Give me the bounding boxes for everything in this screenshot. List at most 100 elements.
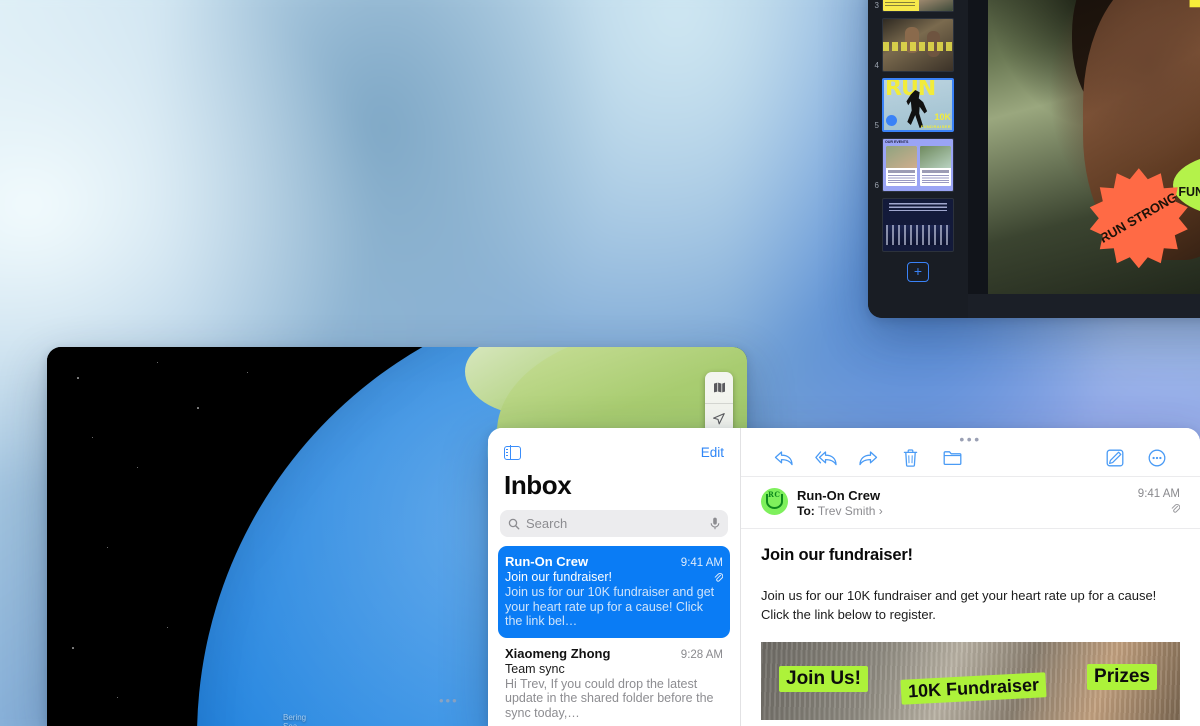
- thumb-text-lines: [885, 0, 915, 7]
- message-time: 9:41 AM: [1137, 488, 1180, 500]
- current-slide[interactable]: RU O COMMUNITY FUNDRAISER 10K RUN RUN ST…: [988, 0, 1200, 294]
- thumb-fundraiser-text: FUNDRAISER: [920, 124, 951, 129]
- star: [157, 362, 159, 364]
- to-label: To:: [797, 504, 815, 518]
- mail-list-item[interactable]: Xiaomeng Zhong 9:28 AM Team sync Hi Trev…: [498, 638, 730, 726]
- map-label-bering-sea: Bering Sea: [283, 713, 307, 726]
- slide-number: 3: [874, 1, 879, 10]
- reply-all-icon: [814, 450, 837, 465]
- page-title: Inbox: [504, 470, 572, 500]
- paperclip-icon: [714, 572, 723, 582]
- avatar[interactable]: RC: [761, 488, 788, 515]
- star: [167, 627, 168, 628]
- slide-number: 5: [874, 121, 879, 130]
- slide-thumbnail-runners[interactable]: [882, 18, 954, 72]
- banner-tag-10k-fundraiser: 10K Fundraiser: [900, 672, 1047, 705]
- avatar-smile-shape: [766, 494, 783, 509]
- maps-window-drag-handle[interactable]: •••: [439, 694, 459, 707]
- star: [77, 377, 79, 379]
- slide-navigator[interactable]: 3 COMMUNITY 4 5 RUN 10K FUN: [868, 0, 968, 318]
- thumb-card-photo: [920, 146, 951, 168]
- thumb-event-card: [886, 146, 917, 186]
- slide-thumbnail-row[interactable]: 6 OUR EVENTS: [868, 138, 968, 192]
- keynote-bottom-bar: [968, 294, 1200, 318]
- thumb-card-body: [888, 175, 915, 184]
- detail-pane-drag-handle[interactable]: •••: [741, 428, 1200, 446]
- slide-thumbnail-row[interactable]: 3 COMMUNITY: [868, 0, 968, 12]
- thumb-title: OUR EVENTS: [885, 140, 909, 144]
- thumb-card-photo: [886, 146, 917, 168]
- mail-subject: Team sync: [505, 661, 565, 676]
- mail-time: 9:28 AM: [680, 648, 723, 661]
- more-actions-button[interactable]: [1136, 449, 1178, 467]
- slide-thumbnail-our-events[interactable]: OUR EVENTS: [882, 138, 954, 192]
- map-mode-icon: [713, 382, 725, 393]
- slide-background-photo: [988, 0, 1200, 294]
- message-subject: Join our fundraiser!: [761, 546, 913, 564]
- thumb-10k-text: 10K: [934, 112, 951, 122]
- search-field[interactable]: Search: [500, 510, 728, 537]
- thumb-headline-lines: [889, 203, 947, 211]
- star: [197, 407, 199, 409]
- message-sender: Run-On Crew: [797, 488, 881, 503]
- microphone-icon[interactable]: [710, 517, 720, 530]
- trash-icon: [903, 449, 917, 467]
- message-header-meta: 9:41 AM: [1137, 488, 1181, 517]
- chevron-right-icon: ›: [878, 504, 883, 518]
- add-slide-button[interactable]: +: [907, 262, 929, 282]
- mail-list-item[interactable]: Run-On Crew 9:41 AM Join our fundraiser!…: [498, 546, 730, 638]
- reply-button[interactable]: [763, 450, 805, 467]
- reply-icon: [774, 450, 793, 465]
- message-banner-image[interactable]: Join Us! 10K Fundraiser Prizes: [761, 642, 1180, 720]
- message-header: RC Run-On Crew To: Trev Smith › 9:41 AM: [741, 477, 1200, 529]
- mail-preview: Hi Trev, If you could drop the latest up…: [505, 676, 714, 720]
- edit-button[interactable]: Edit: [701, 445, 724, 460]
- thumb-event-card: [920, 146, 951, 186]
- slide-thumbnail-run-10k[interactable]: RUN 10K FUNDRAISER: [882, 78, 954, 132]
- sidebar-toggle-icon[interactable]: [504, 444, 521, 461]
- slide-canvas[interactable]: RU O COMMUNITY FUNDRAISER 10K RUN RUN ST…: [968, 0, 1200, 318]
- keynote-window[interactable]: 3 COMMUNITY 4 5 RUN 10K FUN: [868, 0, 1200, 318]
- star: [72, 647, 74, 649]
- mail-list-header: Edit: [488, 428, 740, 461]
- slide-thumbnail-row[interactable]: [868, 198, 968, 252]
- thumb-caption-band: [883, 41, 953, 52]
- message-recipient-row[interactable]: To: Trev Smith ›: [797, 504, 1129, 518]
- star: [137, 467, 138, 468]
- forward-button[interactable]: [847, 450, 889, 467]
- banner-tag-prizes: Prizes: [1087, 664, 1157, 690]
- mail-message-list-pane[interactable]: Edit Inbox Search Run-On Crew 9:41 AM Jo…: [488, 428, 741, 726]
- thumb-card-heading: [922, 170, 949, 173]
- recipient-name[interactable]: Trev Smith: [818, 504, 876, 518]
- slide-number: [871, 250, 879, 252]
- star: [247, 372, 248, 373]
- slide-thumbnail-row[interactable]: 5 RUN 10K FUNDRAISER: [868, 78, 968, 132]
- map-mode-button[interactable]: [705, 372, 733, 403]
- search-icon: [508, 518, 520, 529]
- slide-thumbnail-row[interactable]: 4: [868, 18, 968, 72]
- mail-sender: Run-On Crew: [505, 554, 589, 569]
- map-controls[interactable]: [705, 372, 733, 434]
- slide-thumbnail-crew-family[interactable]: [882, 198, 954, 252]
- paperclip-glyph: [1171, 504, 1181, 513]
- thumb-crowd-photo: [886, 225, 950, 245]
- slide-number: 6: [874, 181, 879, 190]
- message-header-text: Run-On Crew To: Trev Smith ›: [797, 488, 1129, 518]
- compose-button[interactable]: [1094, 449, 1136, 467]
- thumb-card-body: [922, 175, 949, 184]
- star: [117, 697, 118, 698]
- mail-detail-pane[interactable]: ••• RC Run-On Crew To: Trev Smith › 9:41…: [741, 428, 1200, 726]
- delete-button[interactable]: [889, 449, 931, 467]
- reply-all-button[interactable]: [805, 450, 847, 467]
- mail-toolbar[interactable]: [741, 444, 1200, 477]
- slide-number: 4: [874, 61, 879, 70]
- banner-tag-join-us: Join Us!: [779, 666, 868, 692]
- slide-headline-line1: RU: [1184, 0, 1200, 17]
- move-to-folder-button[interactable]: [931, 450, 973, 466]
- mail-window[interactable]: Edit Inbox Search Run-On Crew 9:41 AM Jo…: [488, 428, 1200, 726]
- thumb-photo: [919, 0, 953, 11]
- slide-thumbnail-community[interactable]: COMMUNITY: [882, 0, 954, 12]
- search-input[interactable]: Search: [526, 516, 704, 531]
- mail-subject-row: Team sync: [505, 662, 723, 676]
- mail-subject-row: Join our fundraiser!: [505, 570, 723, 584]
